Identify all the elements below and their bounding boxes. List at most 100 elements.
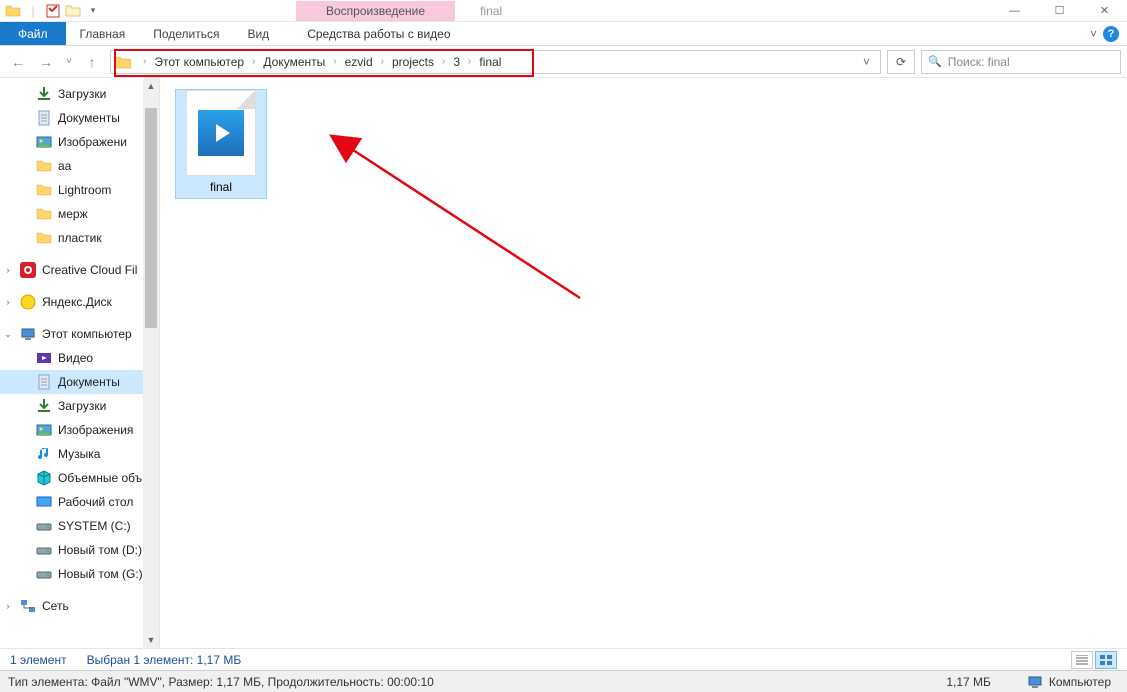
window-controls: — ☐ ✕ [992,0,1127,22]
scroll-thumb[interactable] [145,108,157,328]
history-dropdown[interactable]: ˅ [62,50,76,74]
tree-item[interactable]: Видео [0,346,159,370]
tree-item-label: SYSTEM (C:) [58,519,131,533]
breadcrumb-sep[interactable]: › [137,56,152,67]
tree-item[interactable]: Документы [0,370,159,394]
status-bar: Тип элемента: Файл "WMV", Размер: 1,17 М… [0,670,1127,692]
breadcrumb-item[interactable]: Этот компьютер [152,55,246,69]
tree-item[interactable]: Новый том (G:) [0,562,159,586]
minimize-button[interactable]: — [992,0,1037,22]
tree-item-label: Creative Cloud Fil [42,263,137,277]
tree-item[interactable]: aa [0,154,159,178]
title-bar: | ▾ Воспроизведение final — ☐ ✕ [0,0,1127,22]
tree-item-label: Яндекс.Диск [42,295,112,309]
tree-item[interactable]: Рабочий стол [0,490,159,514]
tab-view[interactable]: Вид [233,22,283,45]
qat-separator: | [24,2,42,20]
breadcrumb-item[interactable]: 3 [451,55,462,69]
tree-item[interactable]: Загрузки📌 [0,82,159,106]
ribbon-tabs: Файл Главная Поделиться Вид Средства раб… [0,22,1127,46]
tree-item[interactable]: мерж [0,202,159,226]
back-button[interactable]: ← [6,50,30,74]
maximize-button[interactable]: ☐ [1037,0,1082,22]
forward-button[interactable]: → [34,50,58,74]
file-list[interactable]: final [160,78,1127,648]
tree-item[interactable]: пластик [0,226,159,250]
scrollbar[interactable]: ▲▼ [143,78,159,648]
chevron-icon[interactable]: › [2,601,14,611]
tree-item[interactable]: Lightroom [0,178,159,202]
tree-item[interactable]: ⌄ Этот компьютер [0,322,159,346]
selection-info: Выбран 1 элемент: 1,17 МБ [87,653,242,667]
file-thumbnail [186,90,256,176]
scroll-up-icon[interactable]: ▲ [143,78,159,94]
breadcrumb-item[interactable]: ezvid [343,55,375,69]
properties-icon[interactable] [44,2,62,20]
tree-item-label: Музыка [58,447,100,461]
tree-item-label: Lightroom [58,183,111,197]
tree-item[interactable]: Объемные объ [0,466,159,490]
folder-icon[interactable] [4,2,22,20]
breadcrumb-sep[interactable]: › [462,56,477,67]
tab-home[interactable]: Главная [66,22,140,45]
tree-item[interactable]: Документы📌 [0,106,159,130]
tree-item[interactable]: Новый том (D:) [0,538,159,562]
computer-icon [1027,674,1043,690]
search-placeholder: Поиск: final [948,55,1010,69]
help-icon[interactable]: ? [1103,26,1119,42]
breadcrumb-sep[interactable]: › [375,56,390,67]
chevron-icon[interactable]: › [2,297,14,307]
status-size: 1,17 МБ [938,675,999,689]
tree-item-label: Документы [58,375,120,389]
chevron-icon[interactable]: ⌄ [2,329,14,340]
tree-item[interactable]: Загрузки [0,394,159,418]
chevron-icon[interactable]: › [2,265,14,275]
file-item[interactable]: final [176,90,266,198]
breadcrumb-sep[interactable]: › [327,56,342,67]
tree-item-label: Этот компьютер [42,327,132,341]
video-play-icon [198,110,244,156]
tree-item-label: Новый том (G:) [58,567,143,581]
up-button[interactable]: ↑ [80,50,104,74]
item-count: 1 элемент [10,653,67,667]
search-box[interactable]: 🔍 Поиск: final [921,50,1121,74]
refresh-button[interactable]: ⟳ [887,50,915,74]
contextual-tab-header: Воспроизведение [296,1,455,21]
ribbon-expand-icon[interactable]: ˅ [1090,27,1097,41]
qat-dropdown-icon[interactable]: ▾ [84,2,102,20]
tree-item[interactable]: Изображения [0,418,159,442]
tree-item[interactable]: ›Сеть [0,594,159,618]
tree-item[interactable]: Изображени📌 [0,130,159,154]
icons-view-button[interactable] [1095,651,1117,669]
breadcrumb-dropdown-icon[interactable]: ˅ [857,55,876,69]
breadcrumb-sep[interactable]: › [246,56,261,67]
tab-video-tools[interactable]: Средства работы с видео [287,22,470,45]
tab-share[interactable]: Поделиться [139,22,233,45]
main-area: Загрузки📌Документы📌Изображени📌 aa Lightroo… [0,78,1127,648]
file-tab[interactable]: Файл [0,22,66,45]
file-name: final [176,178,266,198]
breadcrumb-bar[interactable]: › Этот компьютер › Документы › ezvid › p… [110,50,881,74]
breadcrumb-item[interactable]: projects [390,55,436,69]
tree-item[interactable]: Музыка [0,442,159,466]
breadcrumb-sep[interactable]: › [436,56,451,67]
tree-item[interactable]: › Creative Cloud Fil [0,258,159,282]
new-folder-icon[interactable] [64,2,82,20]
quick-access-toolbar: | ▾ [0,2,106,20]
details-view-button[interactable] [1071,651,1093,669]
tree-item-label: aa [58,159,71,173]
breadcrumb-item[interactable]: Документы [261,55,327,69]
breadcrumb-folder-icon [115,55,131,69]
tree-item-label: Видео [58,351,93,365]
tree-item[interactable]: › Яндекс.Диск [0,290,159,314]
tree-item[interactable]: SYSTEM (C:) [0,514,159,538]
scroll-down-icon[interactable]: ▼ [143,632,159,648]
selection-strip: 1 элемент Выбран 1 элемент: 1,17 МБ [0,648,1127,670]
tree-item-label: мерж [58,207,88,221]
search-icon: 🔍 [928,55,942,68]
tree-item-label: Изображения [58,423,133,437]
close-button[interactable]: ✕ [1082,0,1127,22]
tree-item-label: Изображени [58,135,127,149]
breadcrumb-item[interactable]: final [477,55,503,69]
nav-tree[interactable]: Загрузки📌Документы📌Изображени📌 aa Lightroo… [0,78,160,648]
